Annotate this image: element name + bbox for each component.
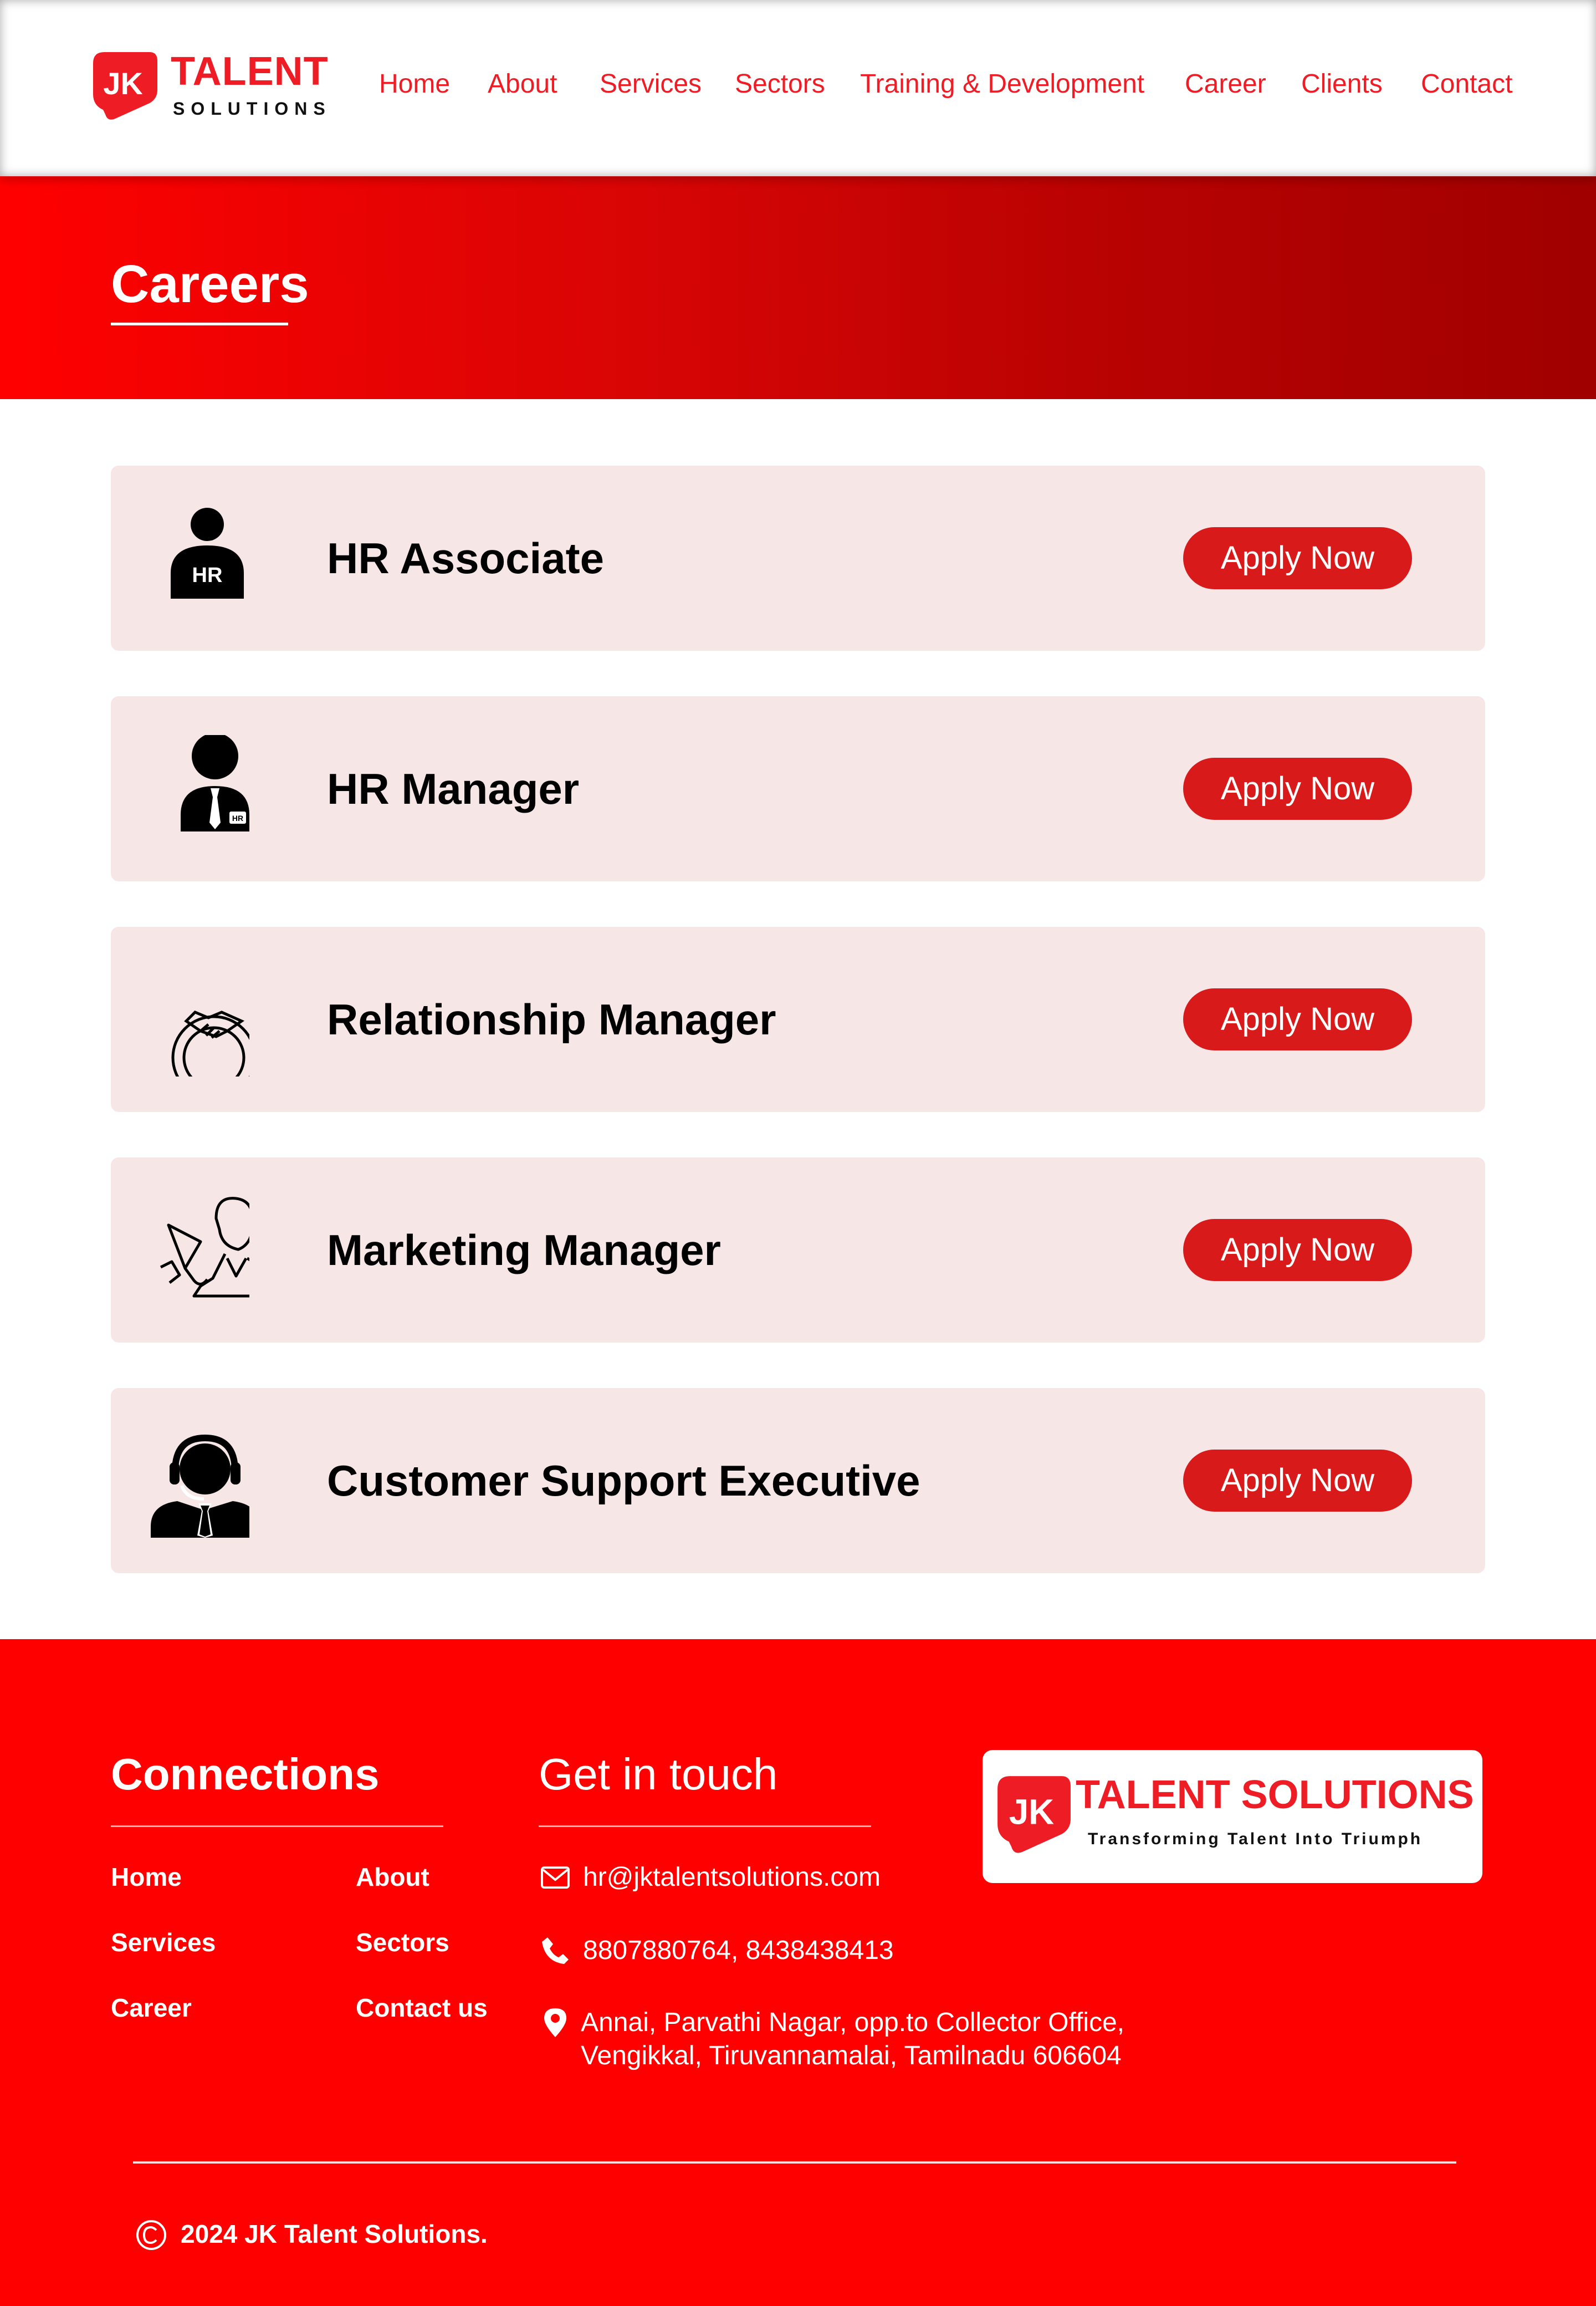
job-card: Customer Support Executive Apply Now <box>111 1388 1485 1573</box>
title-underline <box>111 323 288 325</box>
copyright-icon <box>136 2220 166 2250</box>
nav-career[interactable]: Career <box>1185 69 1266 99</box>
handshake-gear-icon <box>171 1011 249 1077</box>
nav-sectors[interactable]: Sectors <box>735 69 825 99</box>
job-title: Customer Support Executive <box>327 1456 920 1505</box>
brand-logo[interactable]: JK TALENT SOLUTIONS <box>89 48 329 125</box>
connections-divider <box>111 1825 443 1827</box>
mail-icon <box>541 1866 570 1889</box>
logo-mark-icon: JK <box>93 52 157 120</box>
footer-address-line2: Vengikkal, Tiruvannamalai, Tamilnadu 606… <box>581 2041 1122 2070</box>
job-title: Relationship Manager <box>327 995 776 1044</box>
site-footer: Connections Home About Services Sectors … <box>0 1639 1596 2306</box>
page-title: Careers <box>111 254 309 314</box>
nav-contact[interactable]: Contact <box>1421 69 1512 99</box>
footer-address-line1: Annai, Parvathi Nagar, opp.to Collector … <box>581 2008 1124 2037</box>
svg-text:HR: HR <box>232 814 243 823</box>
apply-now-button[interactable]: Apply Now <box>1183 988 1412 1050</box>
job-card: HR HR Manager Apply Now <box>111 696 1485 881</box>
apply-now-button[interactable]: Apply Now <box>1183 1450 1412 1512</box>
logo-wordmark: TALENT <box>171 49 329 94</box>
footer-link-about[interactable]: About <box>356 1862 429 1892</box>
footer-email[interactable]: hr@jktalentsolutions.com <box>583 1862 881 1892</box>
footer-link-sectors[interactable]: Sectors <box>356 1927 449 1957</box>
headset-agent-icon <box>151 1434 249 1538</box>
job-title: HR Manager <box>327 764 580 813</box>
job-title: HR Associate <box>327 534 604 583</box>
footer-link-home[interactable]: Home <box>111 1862 182 1892</box>
nav-home[interactable]: Home <box>379 69 450 99</box>
footer-phone[interactable]: 8807880764, 8438438413 <box>583 1935 894 1966</box>
nav-about[interactable]: About <box>488 69 557 99</box>
svg-text:HR: HR <box>192 564 223 587</box>
copyright-text: 2024 JK Talent Solutions. <box>181 2220 488 2248</box>
hr-manager-icon: HR <box>181 735 249 831</box>
job-title: Marketing Manager <box>327 1226 721 1274</box>
location-pin-icon <box>544 2008 566 2037</box>
nav-services[interactable]: Services <box>600 69 702 99</box>
phone-icon <box>542 1937 569 1964</box>
page-banner: Careers <box>0 176 1596 399</box>
connections-heading: Connections <box>111 1749 380 1799</box>
footer-brand-badge: JK TALENT SOLUTIONS Transforming Talent … <box>983 1750 1482 1883</box>
get-in-touch-heading: Get in touch <box>539 1749 778 1799</box>
job-card: Relationship Manager Apply Now <box>111 927 1485 1112</box>
job-card: Marketing Manager Apply Now <box>111 1157 1485 1343</box>
logo-subtitle: SOLUTIONS <box>173 99 331 119</box>
get-in-touch-divider <box>539 1825 871 1827</box>
apply-now-button[interactable]: Apply Now <box>1183 758 1412 820</box>
footer-bottom-divider <box>133 2161 1456 2164</box>
footer-brand-tagline: Transforming Talent Into Triumph <box>1088 1830 1423 1848</box>
apply-now-button[interactable]: Apply Now <box>1183 527 1412 589</box>
job-card: HR HR Associate Apply Now <box>111 466 1485 651</box>
main-nav: Home About Services Sectors Training & D… <box>355 0 1596 176</box>
hr-associate-icon: HR <box>171 508 244 599</box>
nav-training-development[interactable]: Training & Development <box>860 69 1144 99</box>
apply-now-button[interactable]: Apply Now <box>1183 1219 1412 1281</box>
footer-logo-mark-icon: JK <box>998 1776 1071 1853</box>
svg-text:JK: JK <box>1009 1792 1054 1831</box>
site-header: JK TALENT SOLUTIONS Home About Services … <box>0 0 1596 176</box>
footer-link-services[interactable]: Services <box>111 1927 216 1957</box>
megaphone-person-icon <box>160 1197 249 1298</box>
footer-link-career[interactable]: Career <box>111 1993 192 2023</box>
svg-text:JK: JK <box>103 66 143 101</box>
footer-link-contact-us[interactable]: Contact us <box>356 1993 488 2023</box>
footer-brand-name: TALENT SOLUTIONS <box>1076 1773 1474 1817</box>
nav-clients[interactable]: Clients <box>1301 69 1383 99</box>
